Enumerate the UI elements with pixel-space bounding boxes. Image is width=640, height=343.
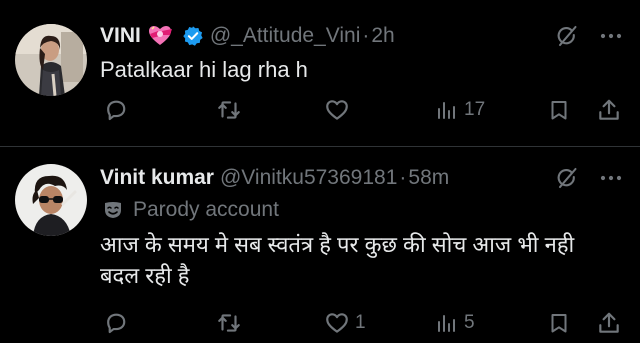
action-bar: 17 — [0, 95, 640, 125]
bookmark-button[interactable] — [547, 308, 571, 338]
like-icon — [326, 100, 348, 120]
grok-icon — [557, 25, 577, 47]
tweet-header: VINI @_Attitude_Vini · 2h — [100, 21, 550, 51]
views-button[interactable]: 5 — [435, 308, 475, 338]
grok-icon — [557, 167, 577, 189]
separator-dot: · — [399, 166, 407, 189]
bookmark-icon — [551, 314, 567, 333]
repost-button[interactable] — [216, 95, 247, 125]
tweet-text-line: बदल रही है — [100, 263, 190, 288]
share-button[interactable] — [596, 308, 622, 338]
repost-icon — [218, 101, 240, 119]
more-button[interactable] — [597, 164, 625, 192]
more-icon — [600, 33, 622, 39]
grok-button[interactable] — [553, 22, 581, 50]
views-button[interactable]: 17 — [435, 95, 485, 125]
bookmark-icon — [551, 101, 567, 120]
action-bar: 1 5 — [0, 308, 640, 338]
more-icon — [600, 175, 622, 181]
share-icon — [599, 312, 619, 333]
share-button[interactable] — [596, 95, 622, 125]
views-count: 17 — [464, 99, 486, 120]
views-icon — [438, 102, 455, 119]
timestamp[interactable]: 58m — [408, 166, 449, 190]
reply-button[interactable] — [103, 95, 134, 125]
parody-label-text: Parody account — [133, 198, 279, 221]
like-count: 1 — [355, 312, 366, 333]
parody-label: Parody account — [103, 196, 279, 224]
like-icon — [326, 313, 348, 333]
like-button[interactable]: 1 — [324, 308, 366, 338]
avatar[interactable] — [15, 164, 87, 236]
heart-ribbon-emoji-icon — [148, 25, 174, 47]
views-count: 5 — [464, 312, 475, 333]
author-handle[interactable]: @_Attitude_Vini — [210, 24, 361, 48]
like-button[interactable] — [324, 95, 355, 125]
repost-button[interactable] — [216, 308, 247, 338]
tweet-text: Patalkaar hi lag rha h — [100, 57, 308, 82]
verified-badge-icon — [182, 25, 204, 47]
avatar-image — [15, 164, 87, 236]
more-button[interactable] — [597, 22, 625, 50]
tweet-header: Vinit kumar @Vinitku57369181 · 58m — [100, 163, 550, 193]
author-handle[interactable]: @Vinitku57369181 — [220, 166, 397, 190]
parody-mask-icon — [103, 200, 123, 220]
grok-button[interactable] — [553, 164, 581, 192]
tweet-text-line: आज के समय मे सब स्वतंत्र है पर कुछ की सो… — [100, 232, 575, 257]
author-name[interactable]: VINI — [100, 24, 141, 48]
tweet-text: आज के समय मे सब स्वतंत्र है पर कुछ की सो… — [100, 229, 620, 291]
separator-dot: · — [362, 24, 370, 47]
reply-button[interactable] — [103, 308, 134, 338]
tweet[interactable]: Vinit kumar @Vinitku57369181 · 58m Parod… — [0, 147, 640, 343]
reply-icon — [107, 313, 126, 334]
bookmark-button[interactable] — [547, 95, 571, 125]
avatar-image — [15, 24, 87, 96]
reply-icon — [107, 100, 126, 121]
avatar[interactable] — [15, 24, 87, 96]
author-name[interactable]: Vinit kumar — [100, 166, 214, 190]
share-icon — [599, 99, 619, 120]
tweet[interactable]: VINI @_Attitude_Vini · 2h Patalkaar hi l… — [0, 0, 640, 146]
timestamp[interactable]: 2h — [371, 24, 394, 48]
views-icon — [438, 315, 455, 332]
repost-icon — [218, 314, 240, 332]
